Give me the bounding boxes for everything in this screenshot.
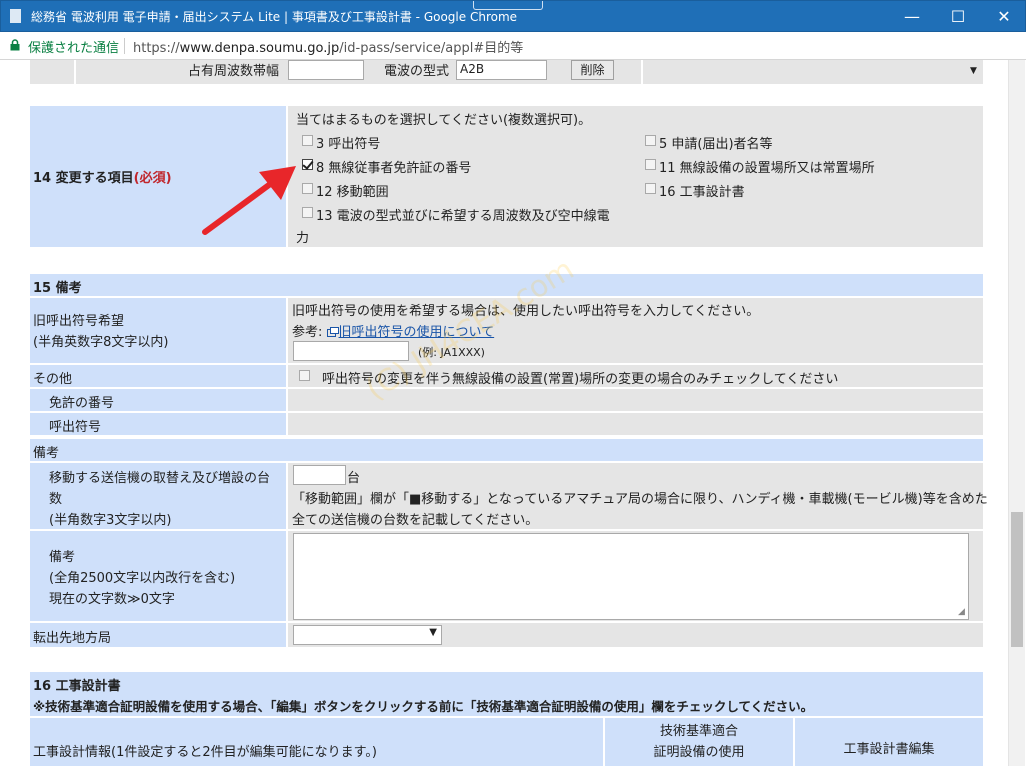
section14-label: 14 変更する項目(必須)	[33, 167, 172, 186]
window-titlebar: 総務省 電波利用 電子申請・届出システム Lite | 事項書及び工事設計書 -…	[0, 0, 1026, 32]
close-button[interactable]: ✕	[981, 1, 1026, 33]
cert-column-header: 技術基準適合 証明設備の使用	[605, 718, 793, 766]
top-left-cell	[30, 60, 74, 84]
option8-label: 8 無線従事者免許証の番号	[316, 161, 472, 176]
section15-title: 15 備考	[33, 281, 82, 296]
remarks-header-label: 備考	[33, 446, 60, 461]
resize-grip-icon[interactable]: ◢	[958, 607, 965, 617]
page-viewport: 占有周波数帯幅 電波の型式 A2B 削除 ▼ 14 変更する項目(必須) 当ては…	[0, 60, 1026, 766]
option16-label: 16 工事設計書	[659, 185, 745, 200]
transmitters-unit: 台	[347, 471, 361, 486]
callsign-content	[288, 413, 983, 435]
small-dropdown-arrow-icon[interactable]: ▼	[970, 66, 977, 76]
top-right-cell	[643, 60, 983, 84]
url-prefix: https://	[133, 41, 180, 56]
old-callsign-sublabel: (半角英数字8文字以内)	[33, 335, 169, 350]
emission-input[interactable]: A2B	[456, 60, 547, 80]
option3-checkbox[interactable]	[302, 135, 313, 146]
remarks-label: 備考	[49, 550, 76, 565]
char-count: 現在の文字数≫0文字	[49, 592, 175, 607]
option12-label: 12 移動範囲	[316, 185, 389, 200]
option13-label: 13 電波の型式並びに希望する周波数及び空中線電	[316, 209, 610, 224]
transmitters-sublabel: (半角数字3文字以内)	[49, 513, 172, 528]
transmitters-note: 「移動範囲」欄が「■移動する」となっているアマチュア局の場合に限り、ハンディ機・…	[292, 492, 988, 507]
address-separator	[124, 38, 125, 54]
bandwidth-input[interactable]	[288, 60, 364, 80]
old-callsign-label: 旧呼出符号希望	[33, 314, 125, 329]
external-window-icon	[326, 327, 339, 337]
option5-label: 5 申請(届出)者名等	[659, 137, 773, 152]
transmitters-note-2: 全ての送信機の台数を記載してください。	[292, 513, 539, 528]
secure-label: 保護された通信	[28, 41, 120, 56]
address-bar[interactable]: 保護された通信 https://www.denpa.soumu.go.jp/id…	[0, 32, 1026, 60]
lock-icon	[10, 39, 20, 51]
bandwidth-label: 占有周波数帯幅	[188, 64, 280, 79]
transfer-label: 転出先地方局	[33, 631, 112, 646]
red-arrow-icon	[202, 166, 296, 235]
window-title: 総務省 電波利用 電子申請・届出システム Lite | 事項書及び工事設計書 -…	[31, 10, 518, 24]
option11-checkbox[interactable]	[645, 159, 656, 170]
info-label: 工事設計情報(1件設定すると2件目が編集可能になります。)	[33, 745, 377, 760]
url-host: www.denpa.soumu.go.jp	[179, 41, 340, 56]
transmitters-label-wrap: 数	[49, 492, 63, 507]
edit-column-header: 工事設計書編集	[795, 718, 983, 766]
vertical-scrollbar[interactable]	[1008, 60, 1025, 766]
callsign-label: 呼出符号	[49, 420, 102, 435]
section16-title: 16 工事設計書	[33, 679, 121, 694]
other-label: その他	[33, 372, 73, 387]
scrollbar-thumb[interactable]	[1011, 512, 1023, 647]
maximize-button[interactable]: ☐	[935, 1, 981, 33]
license-number-label: 免許の番号	[49, 396, 115, 411]
section14-instruction: 当てはまるものを選択してください(複数選択可)。	[296, 113, 592, 128]
ref-label: 参考:	[292, 325, 323, 340]
delete-button[interactable]: 削除	[571, 60, 614, 80]
url-text[interactable]: https://www.denpa.soumu.go.jp/id-pass/se…	[133, 37, 523, 56]
transmitters-input[interactable]	[293, 465, 346, 485]
cert-header-line2: 証明設備の使用	[653, 745, 745, 760]
option5-checkbox[interactable]	[645, 135, 656, 146]
remarks-textarea[interactable]	[293, 533, 969, 620]
select-arrow-icon: ▼	[429, 627, 437, 638]
minimize-button[interactable]: —	[889, 1, 935, 33]
transfer-select[interactable]: ▼	[293, 625, 442, 645]
url-path: /id-pass/service/appl#目的等	[339, 41, 524, 56]
emission-label: 電波の型式	[384, 64, 450, 79]
transmitters-label: 移動する送信機の取替え及び増設の台	[49, 471, 271, 486]
option3-label: 3 呼出符号	[316, 137, 381, 152]
section16-note: ※技術基準適合証明設備を使用する場合、「編集」ボタンをクリックする前に「技術基準…	[33, 699, 814, 714]
option11-label: 11 無線設備の設置場所又は常置場所	[659, 161, 875, 176]
remarks-limit: (全角2500文字以内改行を含む)	[49, 571, 236, 586]
remarks-header	[30, 439, 983, 461]
section14-title: 14 変更する項目	[33, 171, 134, 186]
option16-checkbox[interactable]	[645, 183, 656, 194]
window-grip	[473, 1, 543, 10]
document-icon	[10, 9, 21, 23]
cert-header-line1: 技術基準適合	[659, 724, 738, 739]
location-change-checkbox[interactable]	[299, 370, 310, 381]
required-badge: (必須)	[133, 171, 172, 186]
